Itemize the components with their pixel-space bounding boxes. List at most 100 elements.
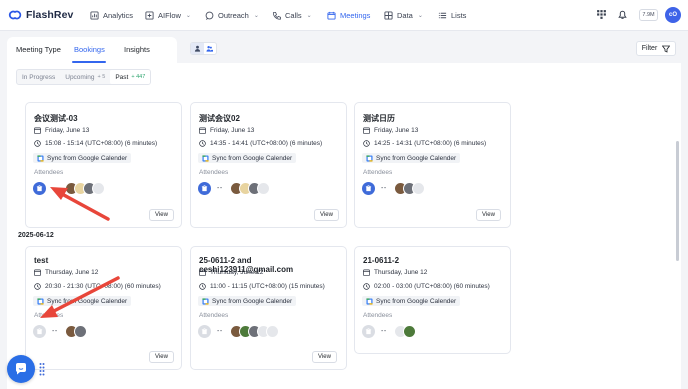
calendar-icon <box>199 127 206 134</box>
nav-analytics-label: Analytics <box>103 10 134 20</box>
booking-card[interactable]: 测试会议02 Friday, June 13 14:35 - 14:41 (UT… <box>190 102 347 228</box>
subtab-past[interactable]: Past + 447 <box>110 70 151 84</box>
meeting-title: 会议测试-03 <box>34 114 78 123</box>
booking-card[interactable]: 会议测试-03 Friday, June 13 15:08 - 15:14 (U… <box>25 102 182 228</box>
meetings-icon <box>327 11 336 20</box>
apps-grid-icon[interactable] <box>596 9 607 20</box>
attendee-avatar[interactable] <box>411 181 425 195</box>
attendees-row: -- <box>33 181 105 195</box>
data-icon <box>384 10 393 20</box>
host-avatar[interactable] <box>198 324 211 338</box>
attendee-avatar[interactable] <box>91 181 105 195</box>
building-icon <box>201 184 208 191</box>
attendee-avatars <box>229 181 270 195</box>
host-avatar[interactable] <box>362 181 375 195</box>
user-avatar[interactable]: cO <box>665 7 681 23</box>
clock-icon <box>34 140 41 147</box>
nav-analytics[interactable]: Analytics <box>90 8 133 22</box>
calendar-icon <box>34 269 41 276</box>
subtab-in-progress-label: In Progress <box>22 73 56 81</box>
attendees-row: -- <box>33 324 87 338</box>
nav-calls-label: Calls <box>285 10 302 20</box>
meeting-date: Friday, June 13 <box>199 127 254 134</box>
tab-insights[interactable]: Insights <box>124 45 150 54</box>
attendee-avatar[interactable] <box>256 181 270 195</box>
google-calendar-icon <box>202 297 209 305</box>
past-count: + 447 <box>131 74 146 80</box>
nav-lists-label: Lists <box>451 10 467 20</box>
drag-handle-icon[interactable] <box>39 362 45 376</box>
calendar-icon <box>363 127 370 134</box>
google-calendar-icon <box>366 297 373 305</box>
attendees-label: Attendees <box>199 169 229 176</box>
nav-data-label: Data <box>397 10 413 20</box>
single-user-view-button[interactable] <box>191 43 204 54</box>
team-view-button[interactable] <box>204 43 217 54</box>
subtab-past-label: Past <box>115 73 129 81</box>
scrollbar[interactable] <box>676 141 679 261</box>
attendees-label: Attendees <box>34 312 64 319</box>
aiflow-icon <box>145 10 154 20</box>
booking-card[interactable]: 21-0611-2 Thursday, June 12 02:00 - 03:0… <box>354 246 511 354</box>
help-chat-button[interactable] <box>7 355 35 383</box>
host-avatar[interactable] <box>33 181 46 195</box>
booking-card[interactable]: test Thursday, June 12 20:30 - 21:30 (UT… <box>25 246 182 370</box>
view-button[interactable]: View <box>149 209 174 221</box>
view-button[interactable]: View <box>312 351 337 363</box>
attendees-row: -- <box>198 181 270 195</box>
attendee-avatar[interactable] <box>73 324 87 338</box>
google-sync-tag: Sync from Google Calender <box>198 153 297 163</box>
clock-icon <box>363 283 370 290</box>
nav-aiflow[interactable]: AIFlow ⌄ <box>145 8 191 22</box>
nav-calls[interactable]: Calls ⌄ <box>272 8 312 22</box>
brand-logo[interactable]: FlashRev <box>8 8 74 22</box>
upcoming-count: + 5 <box>97 74 106 80</box>
attendee-avatars <box>229 324 279 338</box>
attendees-row: -- <box>362 181 425 195</box>
nav-lists[interactable]: Lists <box>438 8 466 22</box>
host-avatar[interactable] <box>33 324 46 338</box>
subtab-upcoming[interactable]: Upcoming + 5 <box>60 70 110 84</box>
nav-meetings[interactable]: Meetings <box>327 8 370 22</box>
meeting-title: 测试日历 <box>363 114 395 123</box>
nav-data[interactable]: Data ⌄ <box>384 8 423 22</box>
meeting-time: 14:35 - 14:41 (UTC+08:00) (6 minutes) <box>199 140 322 147</box>
meeting-date: Thursday, June 12 <box>34 269 98 276</box>
clock-icon <box>199 283 206 290</box>
nav-meetings-label: Meetings <box>340 10 371 20</box>
meeting-date: Thursday, June 12 <box>199 269 263 276</box>
bell-icon[interactable] <box>617 9 628 20</box>
analytics-icon <box>90 10 99 20</box>
tab-meeting-type[interactable]: Meeting Type <box>16 45 61 54</box>
view-button[interactable]: View <box>476 209 501 221</box>
host-placeholder: -- <box>217 327 223 335</box>
calendar-icon <box>34 127 41 134</box>
attendee-avatar[interactable] <box>265 324 279 338</box>
flashrev-logo-icon <box>8 10 22 20</box>
meeting-date: Thursday, June 12 <box>363 269 427 276</box>
building-icon <box>365 327 372 334</box>
booking-card[interactable]: 25-0611-2 and ceshi123911@gmail.com Thur… <box>190 246 347 370</box>
filter-button[interactable]: Filter <box>636 41 676 56</box>
nav-outreach-label: Outreach <box>218 10 249 20</box>
attendee-avatar[interactable] <box>402 324 416 338</box>
meeting-time: 02:00 - 03:00 (UTC+08:00) (60 minutes) <box>363 283 490 290</box>
booking-card[interactable]: 测试日历 Friday, June 13 14:25 - 14:31 (UTC+… <box>354 102 511 228</box>
storage-badge[interactable]: 7.9M <box>639 9 658 21</box>
view-toggle <box>190 42 217 55</box>
chevron-down-icon: ⌄ <box>417 12 423 19</box>
nav-outreach[interactable]: Outreach ⌄ <box>205 8 259 22</box>
clock-icon <box>363 140 370 147</box>
attendee-avatars <box>64 181 105 195</box>
host-avatar[interactable] <box>198 181 211 195</box>
view-button[interactable]: View <box>314 209 339 221</box>
building-icon <box>201 327 208 334</box>
view-button[interactable]: View <box>149 351 174 363</box>
group-date-label: 2025-06-12 <box>18 232 54 239</box>
host-placeholder: -- <box>217 184 223 192</box>
host-placeholder: -- <box>52 327 58 335</box>
attendees-label: Attendees <box>34 169 64 176</box>
host-avatar[interactable] <box>362 324 375 338</box>
subtab-in-progress[interactable]: In Progress <box>17 70 60 84</box>
tab-bookings[interactable]: Bookings <box>74 45 105 54</box>
